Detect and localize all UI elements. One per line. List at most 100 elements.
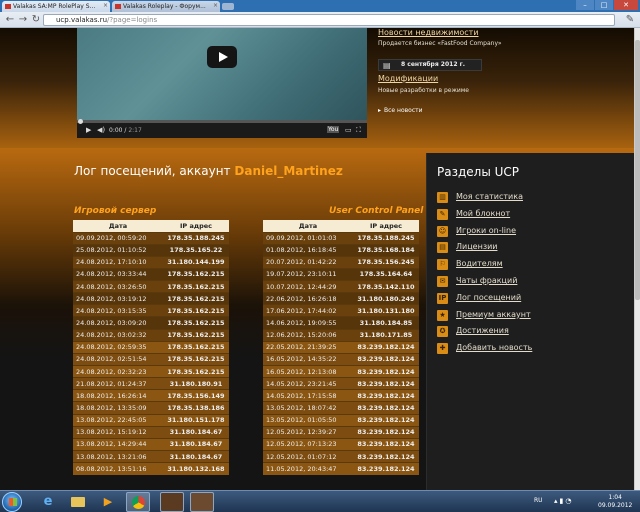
- login-ip: 31.180.132.168: [163, 462, 229, 475]
- login-ip: 178.35.188.245: [353, 231, 419, 245]
- video-controls: ▶ ◀) 0:00 / 2:17 You ▭ ⛶: [77, 119, 367, 138]
- language-indicator[interactable]: RU: [534, 497, 543, 504]
- login-date: 12.05.2012, 01:07:12: [263, 450, 353, 463]
- table-row: 14.05.2012, 17:15:58 83.239.182.124: [263, 389, 419, 402]
- forward-button[interactable]: →: [17, 14, 29, 26]
- sidebar-item[interactable]: ✚ Добавить новость: [437, 342, 532, 359]
- internet-explorer-icon[interactable]: e: [36, 492, 60, 512]
- close-tab-icon[interactable]: ×: [213, 2, 218, 9]
- login-date: 13.08.2012, 13:21:06: [73, 450, 163, 463]
- ip-log-icon: IP: [437, 292, 448, 304]
- sidebar-title: Разделы UCP: [437, 165, 520, 179]
- youtube-logo[interactable]: You: [327, 126, 340, 133]
- start-button[interactable]: [2, 492, 22, 512]
- game-table-body: 09.09.2012, 00:59:20 178.35.188.245 25.08.…: [73, 231, 229, 475]
- game-app-icon[interactable]: [160, 492, 184, 512]
- sidebar-item-label: Добавить новость: [456, 343, 533, 353]
- notepad-icon: ✎: [437, 208, 448, 220]
- browser-tab-2[interactable]: Valakas Roleplay - Форум... ×: [112, 1, 220, 12]
- reload-button[interactable]: ↻: [30, 14, 42, 26]
- table-row: 21.08.2012, 01:24:37 31.180.180.91: [73, 377, 229, 390]
- login-date: 09.09.2012, 01:01:03: [263, 231, 353, 245]
- login-ip: 178.35.165.22: [163, 243, 229, 257]
- browser-tab-1[interactable]: Valakas SA:MP RolePlay S... ×: [2, 1, 110, 12]
- table-row: 24.08.2012, 03:02:32 178.35.162.215: [73, 328, 229, 342]
- browser-tab-title: Valakas Roleplay - Форум...: [123, 3, 206, 10]
- sidebar-item[interactable]: ⚐ Водителям: [437, 258, 532, 275]
- close-tab-icon[interactable]: ×: [103, 2, 108, 9]
- video-time: 0:00 / 2:17: [109, 127, 142, 134]
- clock-time: 1:04: [608, 494, 622, 501]
- sidebar-item[interactable]: ▥ Моя статистика: [437, 191, 532, 208]
- news-text-1: Продается бизнес «FastFood Company»: [378, 40, 502, 47]
- login-ip: 31.180.184.67: [163, 450, 229, 463]
- premium-icon: ★: [437, 309, 448, 321]
- url-host: ucp.valakas.ru: [56, 16, 108, 24]
- login-ip: 178.35.156.245: [353, 255, 419, 269]
- login-date: 12.05.2012, 07:13:23: [263, 437, 353, 451]
- table-row: 24.08.2012, 03:33:44 178.35.162.215: [73, 267, 229, 281]
- settings-icon[interactable]: ▭: [345, 126, 352, 134]
- chrome-icon[interactable]: [126, 492, 150, 512]
- clock[interactable]: 1:04 09.09.2012: [598, 494, 632, 510]
- volume-icon[interactable]: ◀): [97, 126, 105, 134]
- login-ip: 31.180.184.67: [163, 437, 229, 451]
- table-row: 22.06.2012, 16:26:18 31.180.180.249: [263, 292, 419, 305]
- wrench-menu-icon[interactable]: ✎: [624, 14, 636, 26]
- login-date: 13.08.2012, 22:45:05: [73, 413, 163, 427]
- game-app-icon-2[interactable]: [190, 492, 214, 512]
- all-news-label: Все новости: [384, 107, 423, 114]
- login-date: 13.08.2012, 15:19:12: [73, 425, 163, 439]
- column-header-ip: IP адрес: [163, 220, 229, 232]
- sidebar-item[interactable]: ▤ Лицензии: [437, 241, 532, 258]
- sidebar-item[interactable]: ☺ Игроки on-line: [437, 225, 532, 242]
- table-row: 13.05.2012, 01:05:50 83.239.182.124: [263, 413, 419, 427]
- all-news-link[interactable]: ▸ Все новости: [378, 107, 423, 114]
- play-small-icon[interactable]: ▶: [86, 126, 91, 134]
- page-scrollbar[interactable]: [634, 28, 640, 490]
- news-link-2[interactable]: Модификации: [378, 74, 438, 83]
- folder-icon[interactable]: [66, 492, 90, 512]
- new-tab-button[interactable]: [222, 3, 234, 10]
- minimize-button[interactable]: –: [576, 0, 594, 10]
- login-date: 24.08.2012, 02:59:35: [73, 340, 163, 354]
- back-button[interactable]: ←: [4, 14, 16, 26]
- sidebar-item[interactable]: ✪ Достижения: [437, 325, 532, 342]
- table-row: 08.08.2012, 13:51:16 31.180.132.168: [73, 462, 229, 475]
- table-row: 16.05.2012, 12:13:08 83.239.182.124: [263, 365, 419, 378]
- login-date: 13.08.2012, 14:29:44: [73, 437, 163, 451]
- media-player-icon[interactable]: ▶: [96, 492, 120, 512]
- table-row: 24.08.2012, 03:09:20 178.35.162.215: [73, 316, 229, 330]
- news-link-1[interactable]: Новости недвижимости: [378, 28, 479, 37]
- sidebar-item[interactable]: ★ Премиум аккаунт: [437, 309, 532, 326]
- achievements-icon: ✪: [437, 326, 448, 338]
- maximize-button[interactable]: □: [595, 0, 613, 10]
- progress-knob[interactable]: [78, 119, 83, 124]
- address-bar[interactable]: ucp.valakas.ru/?page=logins: [43, 14, 615, 26]
- fullscreen-icon[interactable]: ⛶: [356, 126, 361, 135]
- login-ip: 83.239.182.124: [353, 462, 419, 475]
- table-row: 14.05.2012, 23:21:45 83.239.182.124: [263, 377, 419, 390]
- table-row: 09.09.2012, 01:01:03 178.35.188.245: [263, 231, 419, 245]
- sidebar: Разделы UCP ▥ Моя статистика ✎ Мой блокнот ☺…: [426, 153, 634, 490]
- browser-tab-title: Valakas SA:MP RolePlay S...: [13, 3, 96, 10]
- login-ip: 178.35.162.215: [163, 316, 229, 330]
- sidebar-item-label: Чаты фракций: [456, 275, 518, 285]
- play-icon[interactable]: [207, 46, 237, 68]
- sidebar-item[interactable]: ✉ Чаты фракций: [437, 275, 532, 292]
- chat-icon: ✉: [437, 275, 448, 287]
- sidebar-item[interactable]: ✎ Мой блокнот: [437, 208, 532, 225]
- table-row: 24.08.2012, 17:10:10 31.180.144.199: [73, 255, 229, 269]
- table-row: 12.05.2012, 12:39:27 83.239.182.124: [263, 425, 419, 439]
- login-date: 22.05.2012, 21:39:25: [263, 340, 353, 354]
- table-row: 24.08.2012, 03:15:35 178.35.162.215: [73, 304, 229, 317]
- table-row: 12.05.2012, 07:13:23 83.239.182.124: [263, 437, 419, 451]
- tray-icons[interactable]: ▴▮◔: [554, 497, 573, 505]
- scrollbar-thumb[interactable]: [635, 40, 640, 300]
- login-ip: 83.239.182.124: [353, 352, 419, 366]
- tab-strip: Valakas SA:MP RolePlay S... × Valakas Ro…: [0, 0, 640, 12]
- table-row: 25.08.2012, 01:10:52 178.35.165.22: [73, 243, 229, 257]
- sidebar-item[interactable]: IP Лог посещений: [437, 292, 532, 309]
- close-window-button[interactable]: ✕: [614, 0, 638, 10]
- video-progress-bar[interactable]: [77, 119, 367, 124]
